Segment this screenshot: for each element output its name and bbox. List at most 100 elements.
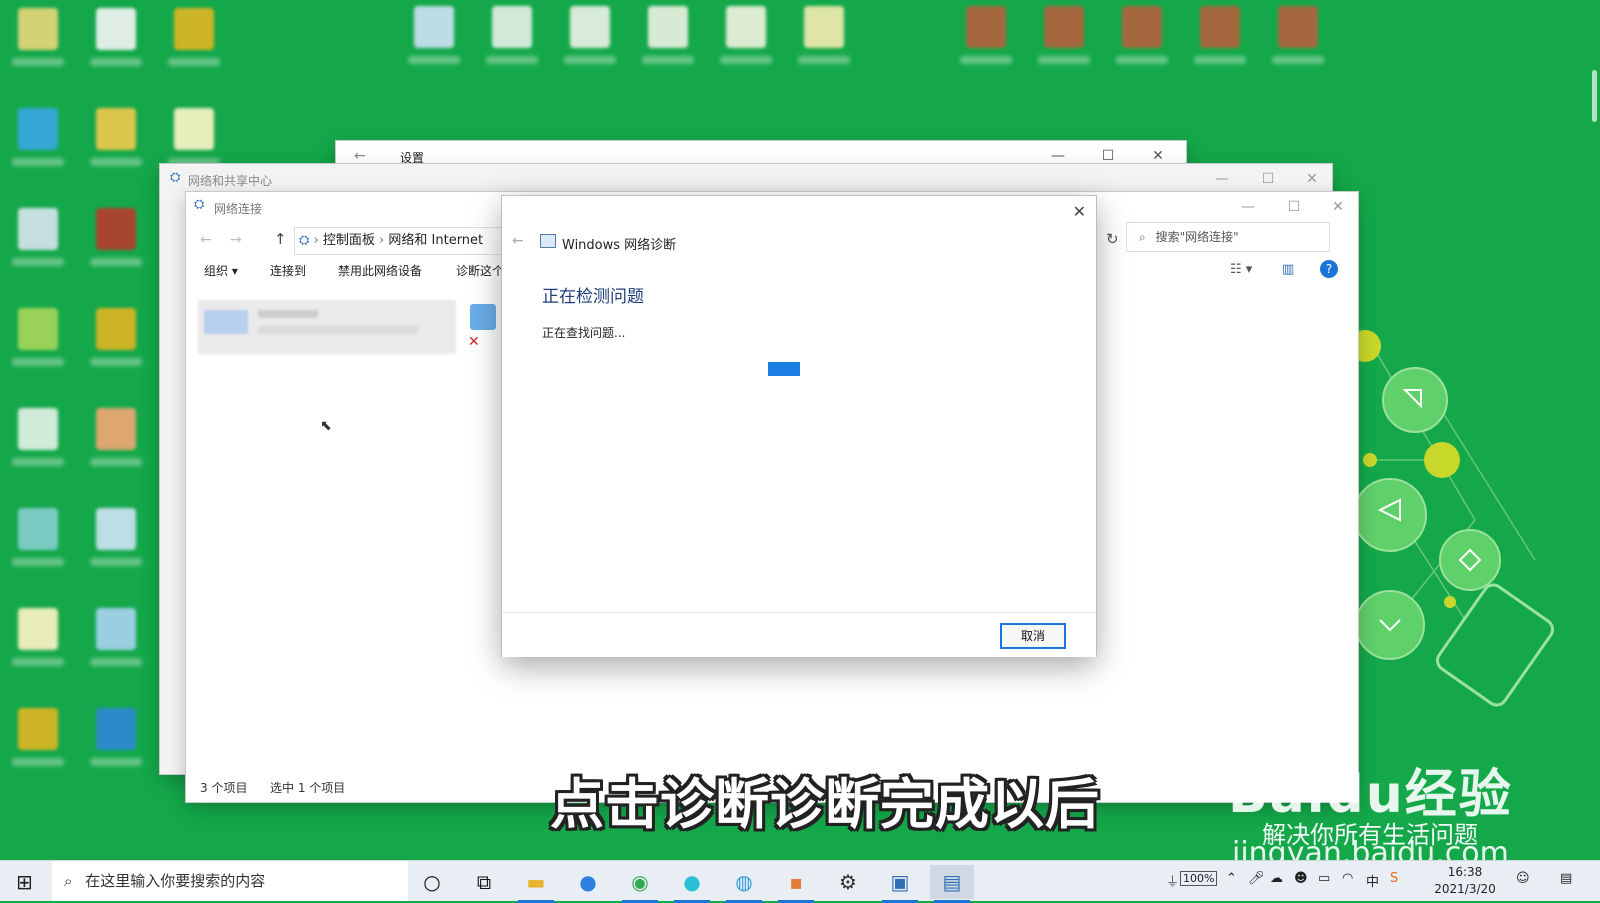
chevron-up-icon[interactable]: ⌃ [1226, 871, 1237, 886]
microphone-icon[interactable]: 🎤︎ [1248, 871, 1265, 886]
explorer-title: 网络连接 [214, 202, 263, 216]
back-icon[interactable]: ← [200, 232, 212, 248]
minimize-icon[interactable]: — [1212, 170, 1232, 188]
cancel-button[interactable]: 取消 [1000, 623, 1066, 649]
connect-button[interactable]: 连接到 [270, 262, 306, 279]
desktop-icon[interactable] [1112, 2, 1172, 72]
close-icon[interactable]: ✕ [1073, 202, 1086, 221]
close-icon[interactable]: ✕ [1302, 170, 1322, 188]
qq-penguin-icon[interactable]: ☻ [1294, 871, 1308, 886]
adapter-name [258, 310, 318, 318]
maximize-icon[interactable]: ☐ [1258, 170, 1278, 188]
desktop-icon[interactable] [86, 304, 146, 374]
control-panel-icon[interactable]: ▣ [878, 865, 922, 903]
network-center-titlebar[interactable]: ⛭ 网络和共享中心 — ☐ ✕ [160, 164, 1332, 194]
up-icon[interactable]: ↑ [274, 230, 287, 248]
disable-device-button[interactable]: 禁用此网络设备 [338, 262, 422, 279]
emoji-icon[interactable]: ☺ [1516, 871, 1530, 886]
taskbar-search-placeholder: 在这里输入你要搜索的内容 [85, 872, 266, 890]
app-browser-icon[interactable]: ◍ [722, 865, 766, 903]
forward-icon[interactable]: → [230, 232, 242, 248]
desktop-icon[interactable] [8, 604, 68, 674]
network-folder-icon: ⛭ [194, 197, 205, 212]
dialog-heading: 正在检测问题 [542, 287, 644, 307]
ime-indicator[interactable]: 中 [1366, 871, 1379, 890]
desktop-icon[interactable] [1190, 2, 1250, 72]
battery-icon[interactable]: ▭ [1318, 871, 1330, 886]
breadcrumb-network-internet[interactable]: 网络和 Internet [388, 233, 483, 248]
wifi-icon[interactable]: ◠ [1342, 871, 1353, 886]
desktop-icon[interactable] [86, 204, 146, 274]
desktop-icon[interactable] [86, 604, 146, 674]
back-arrow-icon[interactable]: ← [354, 148, 366, 164]
notification-icon[interactable]: ▤ [1560, 871, 1572, 886]
clock[interactable]: 16:38 2021/3/20 [1420, 864, 1510, 898]
desktop-icon[interactable] [8, 404, 68, 474]
desktop-icon[interactable] [956, 2, 1016, 72]
desktop-icon[interactable] [560, 2, 620, 72]
maximize-icon[interactable]: ☐ [1098, 147, 1118, 165]
address-bar[interactable]: ⛭ › 控制面板 › 网络和 Internet [294, 227, 516, 255]
adapter-icon[interactable] [470, 304, 496, 330]
desktop-icon[interactable] [86, 704, 146, 774]
maximize-icon[interactable]: ☐ [1284, 198, 1304, 216]
refresh-icon[interactable]: ↻ [1106, 230, 1119, 248]
desktop-icon[interactable] [8, 304, 68, 374]
adapter-item-selected[interactable] [198, 300, 456, 354]
desktop-icon[interactable] [404, 2, 464, 72]
video-subtitle: 点击诊断诊断完成以后 [550, 773, 1100, 836]
battery-indicator[interactable]: 100% [1180, 871, 1218, 886]
desktop-icon[interactable] [638, 2, 698, 72]
minimize-icon[interactable]: — [1238, 198, 1258, 216]
desktop-icon[interactable] [164, 4, 224, 74]
app-l-icon[interactable]: ● [566, 865, 610, 899]
desktop-icon[interactable] [1034, 2, 1094, 72]
desktop-icon[interactable] [8, 504, 68, 574]
app-media-icon[interactable]: ▪ [774, 865, 818, 903]
clock-time: 16:38 [1447, 865, 1483, 879]
dialog-status-text: 正在查找问题... [542, 326, 626, 340]
desktop-icon[interactable] [794, 2, 854, 72]
power-plug-icon[interactable]: ⏚ [1166, 871, 1179, 890]
progress-indicator [752, 362, 850, 380]
desktop-icon[interactable] [1268, 2, 1328, 72]
file-explorer-icon[interactable]: ▬ [514, 865, 558, 903]
minimize-icon[interactable]: — [1048, 147, 1068, 165]
desktop-icon[interactable] [482, 2, 542, 72]
desktop-icon[interactable] [8, 104, 68, 174]
network-diagnostics-taskbar-icon[interactable]: ▤ [930, 865, 974, 903]
mouse-cursor-icon: ⬉ [320, 418, 332, 434]
settings-gear-icon[interactable]: ⚙ [826, 865, 870, 899]
app-bulb-icon[interactable]: ● [670, 865, 714, 903]
taskbar-search[interactable]: ⌕ 在这里输入你要搜索的内容 [52, 861, 408, 901]
task-view-icon[interactable]: ⧉ [462, 865, 506, 899]
network-diagnostics-dialog[interactable]: ✕ ← Windows 网络诊断 正在检测问题 正在查找问题... 取消 [502, 196, 1096, 657]
organize-button[interactable]: 组织 ▾ [204, 262, 238, 279]
diagnose-button[interactable]: 诊断这个 [456, 262, 504, 279]
close-icon[interactable]: ✕ [1328, 198, 1348, 216]
cortana-icon[interactable]: ○ [410, 865, 454, 899]
input-method-s-icon[interactable]: S [1390, 871, 1398, 886]
preview-pane-icon[interactable]: ▥ [1282, 262, 1294, 277]
start-windows-icon[interactable]: ⊞ [16, 870, 33, 894]
desktop-icon[interactable] [86, 4, 146, 74]
view-options-icon[interactable]: ☷ ▾ [1230, 262, 1252, 277]
help-icon[interactable]: ? [1320, 260, 1338, 278]
desktop-icon[interactable] [8, 4, 68, 74]
progress-marquee [768, 362, 800, 376]
cloud-icon[interactable]: ☁ [1270, 871, 1283, 886]
desktop-icon[interactable] [716, 2, 776, 72]
back-arrow-icon[interactable]: ← [512, 233, 524, 249]
desktop-icon[interactable] [86, 104, 146, 174]
search-placeholder: 搜索"网络连接" [1155, 230, 1239, 244]
close-icon[interactable]: ✕ [1148, 147, 1168, 165]
breadcrumb-control-panel[interactable]: 控制面板 [323, 233, 375, 248]
desktop-icon[interactable] [8, 204, 68, 274]
search-box[interactable]: ⌕ 搜索"网络连接" [1126, 222, 1330, 252]
chrome-icon[interactable]: ◉ [618, 865, 662, 903]
desktop-scrollbar[interactable] [1592, 70, 1597, 122]
network-center-title: 网络和共享中心 [188, 174, 273, 188]
desktop-icon[interactable] [8, 704, 68, 774]
desktop-icon[interactable] [86, 504, 146, 574]
desktop-icon[interactable] [86, 404, 146, 474]
